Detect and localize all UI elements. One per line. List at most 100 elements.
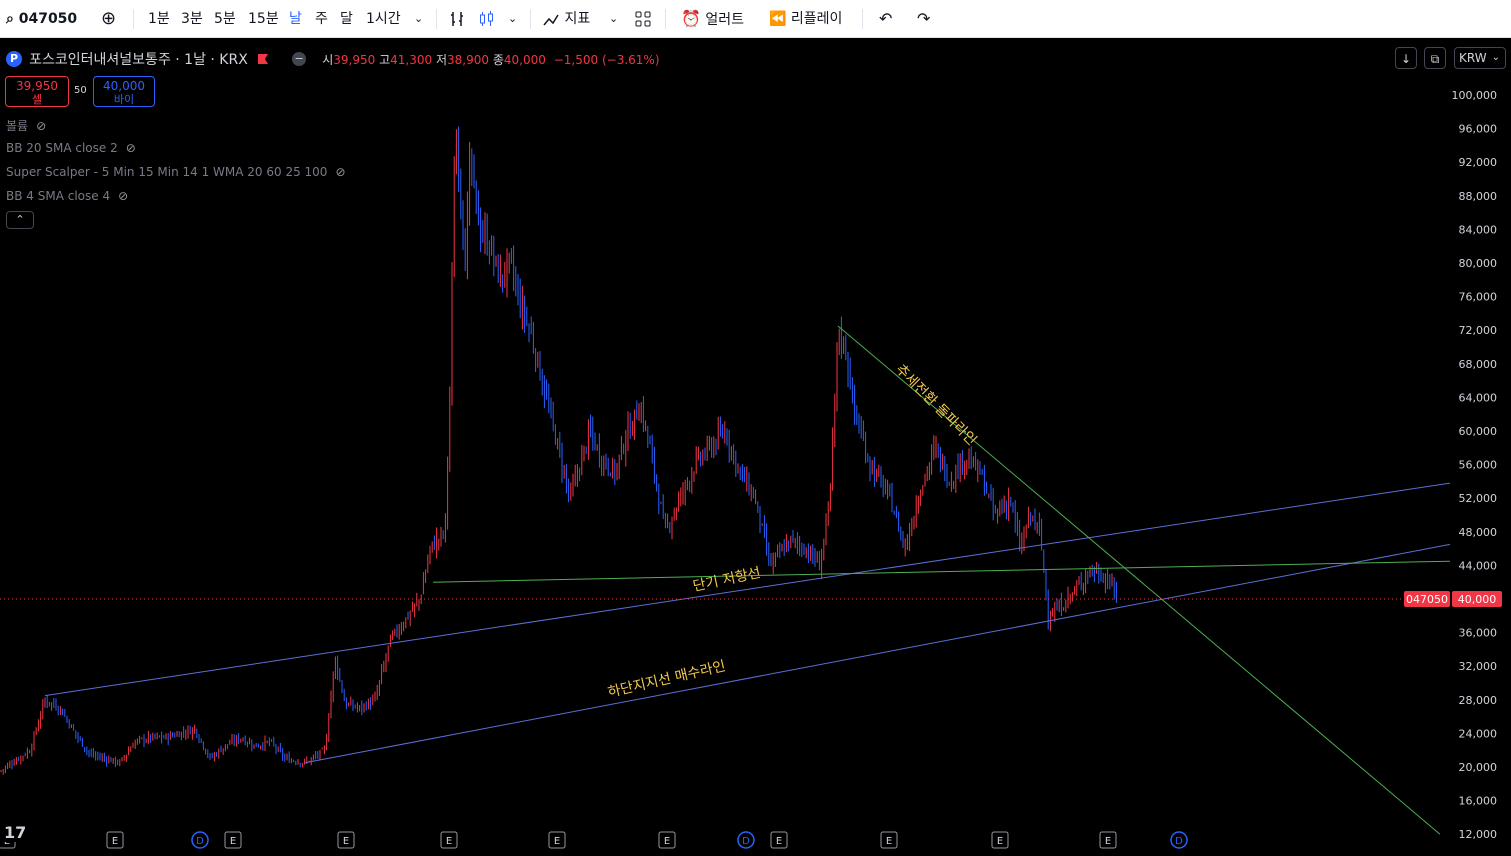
indicator-label: BB 4 SMA close 4 <box>6 189 111 203</box>
divider <box>665 9 666 29</box>
interval-month[interactable]: 달 <box>340 0 353 38</box>
price-tick-label: 32,000 <box>1459 660 1498 673</box>
close-value: 40,000 <box>503 52 546 67</box>
replay-label: 리플레이 <box>790 11 843 27</box>
symbol-tag-label: 047050 <box>1406 593 1448 606</box>
undo-icon[interactable]: ↶ <box>879 0 892 38</box>
rewind-icon: ⏪ <box>769 11 787 27</box>
search-icon: ⌕ <box>6 11 14 27</box>
price-tick-label: 44,000 <box>1459 559 1498 572</box>
buy-label: 바이 <box>113 93 135 106</box>
dividend-marker-label: D <box>1175 836 1183 847</box>
indicator-label: 볼륨 <box>6 119 29 133</box>
change-value: −1,500 (−3.61%) <box>553 52 660 67</box>
earnings-marker-label: E <box>664 836 670 847</box>
open-label: 시 <box>322 52 334 67</box>
bar-style-icon[interactable] <box>449 0 467 38</box>
open-value: 39,950 <box>333 52 376 67</box>
redo-icon[interactable]: ↷ <box>917 0 930 38</box>
interval-day[interactable]: 날 <box>289 0 302 38</box>
interval-week[interactable]: 주 <box>315 0 328 38</box>
flag-icon <box>257 54 268 64</box>
eye-off-icon[interactable]: ⊘ <box>335 165 345 179</box>
last-price-label: 40,000 <box>1458 593 1497 606</box>
indicator-label: Super Scalper - 5 Min 15 Min 14 1 WMA 20… <box>6 165 328 179</box>
top-toolbar: ⌕ 047050 ⊕ 1분 3분 5분 15분 날 주 달 1시간 ⌄ ⌄ 지표… <box>0 0 1511 38</box>
sell-button[interactable]: 39,950 셀 <box>5 76 69 107</box>
chart-type-chevron-down-icon[interactable]: ⌄ <box>508 0 517 38</box>
event-markers: EEDEEEEEDEEEED <box>0 831 1188 849</box>
interval-5m[interactable]: 5분 <box>214 0 236 38</box>
low-value: 38,900 <box>447 52 490 67</box>
currency-label: KRW <box>1459 51 1487 65</box>
divider <box>133 9 134 29</box>
price-tick-label: 16,000 <box>1459 795 1498 808</box>
earnings-marker-label: E <box>343 836 349 847</box>
interval-3m[interactable]: 3분 <box>181 0 203 38</box>
buy-price: 40,000 <box>103 79 145 93</box>
trendline[interactable] <box>44 482 1451 697</box>
earnings-marker-label: E <box>554 836 560 847</box>
price-tick-label: 84,000 <box>1459 223 1498 236</box>
indicator-bb4[interactable]: BB 4 SMA close 4 ⊘ <box>6 189 128 203</box>
eye-off-icon[interactable]: ⊘ <box>36 119 46 133</box>
tradingview-logo[interactable]: 17 <box>0 822 42 842</box>
earnings-marker-label: E <box>230 836 236 847</box>
eye-off-icon[interactable]: ⊘ <box>118 189 128 203</box>
hide-legend-button[interactable]: − <box>292 52 307 66</box>
indicators-button[interactable]: 지표 <box>542 0 590 38</box>
high-value: 41,300 <box>390 52 433 67</box>
price-axis: 100,000 96,000 92,000 88,000 84,000 80,000 76,… <box>1404 89 1502 841</box>
layout-grid-icon[interactable] <box>634 0 652 38</box>
price-tick-label: 48,000 <box>1459 526 1498 539</box>
annotation-lower-support: 하단지지선 매수라인 <box>606 658 727 701</box>
price-tick-label: 60,000 <box>1459 425 1498 438</box>
symbol-search[interactable]: ⌕ 047050 <box>6 0 77 38</box>
price-tick-label: 92,000 <box>1459 156 1498 169</box>
chevron-down-icon: ⌄ <box>1491 52 1500 63</box>
dividend-marker-label: D <box>742 836 750 847</box>
add-symbol-icon[interactable]: ⊕ <box>101 0 116 38</box>
indicators-chevron-down-icon[interactable]: ⌄ <box>609 0 618 38</box>
buy-button[interactable]: 40,000 바이 <box>93 76 155 107</box>
interval-chevron-down-icon[interactable]: ⌄ <box>414 0 423 38</box>
chevron-up-icon: ⌃ <box>15 213 25 226</box>
ohlc-values: 시39,950 고41,300 저38,900 종40,000 −1,500 (… <box>322 53 659 67</box>
replay-button[interactable]: ⏪ 리플레이 <box>769 0 842 38</box>
price-tick-label: 68,000 <box>1459 358 1498 371</box>
low-label: 저 <box>435 52 448 67</box>
interval-1h[interactable]: 1시간 <box>366 0 401 38</box>
price-tick-label: 28,000 <box>1459 694 1498 707</box>
collapse-legend-button[interactable]: ⌃ <box>6 211 34 229</box>
indicators-icon <box>543 14 559 26</box>
indicator-volume[interactable]: 볼륨 ⊘ <box>6 117 46 134</box>
price-tick-label: 76,000 <box>1459 291 1498 304</box>
candle-style-icon[interactable] <box>478 0 496 38</box>
indicator-bb20[interactable]: BB 20 SMA close 2 ⊘ <box>6 141 136 155</box>
currency-select[interactable]: KRW ⌄ <box>1454 47 1506 69</box>
eye-off-icon[interactable]: ⊘ <box>126 141 136 155</box>
sell-label: 셀 <box>31 93 43 106</box>
annotation-trend-breakout: 추세전환 돌파라인 <box>892 362 979 449</box>
high-label: 고 <box>379 52 391 67</box>
interval-1m[interactable]: 1분 <box>148 0 170 38</box>
price-chart[interactable]: 100,000 96,000 92,000 88,000 84,000 80,000 76,… <box>0 40 1511 856</box>
trendline[interactable] <box>304 543 1451 764</box>
indicator-label: BB 20 SMA close 2 <box>6 141 118 155</box>
divider <box>862 9 863 29</box>
alert-button[interactable]: ⏰ 얼러트 <box>681 0 744 38</box>
sell-price: 39,950 <box>16 79 58 93</box>
restore-icon[interactable]: ⧉ <box>1424 47 1446 69</box>
company-logo: P <box>6 51 22 67</box>
scroll-down-arrow-icon[interactable]: ↓ <box>1395 47 1417 69</box>
trendline[interactable] <box>432 560 1451 583</box>
symbol-title[interactable]: 포스코인터내셔널보통주 · 1날 · KRX <box>29 52 248 68</box>
price-tick-label: 72,000 <box>1459 324 1498 337</box>
price-tick-label: 80,000 <box>1459 257 1498 270</box>
price-tick-label: 100,000 <box>1452 89 1498 102</box>
divider <box>530 9 531 29</box>
interval-15m[interactable]: 15분 <box>248 0 279 38</box>
indicator-super-scalper[interactable]: Super Scalper - 5 Min 15 Min 14 1 WMA 20… <box>6 165 346 179</box>
chart-header: P 포스코인터내셔널보통주 · 1날 · KRX − 시39,950 고41,3… <box>6 49 660 69</box>
price-tick-label: 52,000 <box>1459 492 1498 505</box>
